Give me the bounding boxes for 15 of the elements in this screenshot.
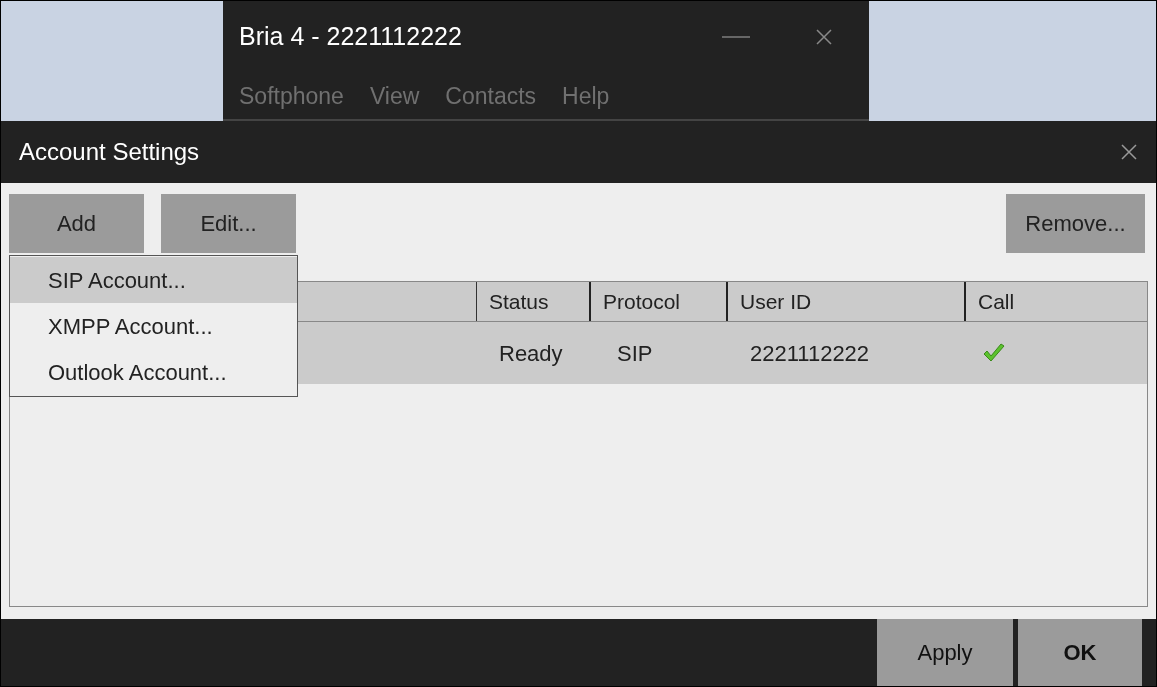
apply-button[interactable]: Apply [877,619,1013,686]
window-title: Bria 4 - 2221112222 [239,21,462,53]
table-cell: SIP [617,340,653,366]
table-cell: 2221112222 [750,340,870,366]
table-cell: Ready [499,340,563,366]
dialog-title: Account Settings [19,137,200,167]
column-header[interactable]: Call [966,282,1147,321]
minimize-icon[interactable] [722,35,750,39]
close-icon[interactable] [1120,143,1138,161]
remove-button[interactable]: Remove... [1006,194,1145,253]
add-button[interactable]: Add [9,194,144,253]
close-icon[interactable] [815,28,833,46]
edit-button[interactable]: Edit... [161,194,296,253]
menu-item[interactable]: SIP Account... [10,257,297,303]
ok-button[interactable]: OK [1018,619,1142,686]
